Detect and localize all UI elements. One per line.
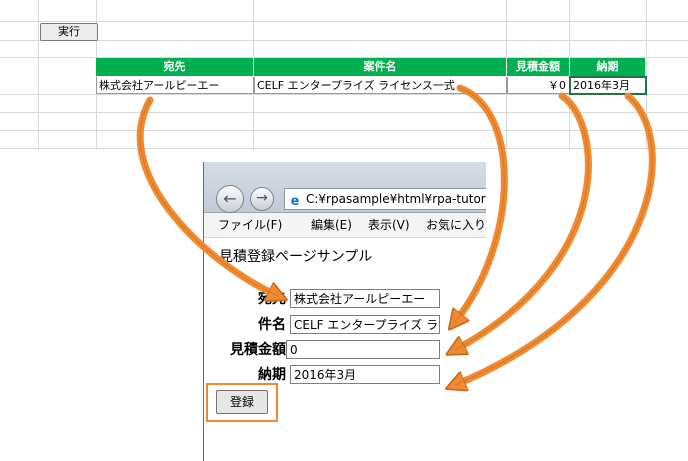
- arrow-deadline: [455, 92, 656, 385]
- arrow-project: [455, 84, 508, 322]
- flow-arrows: [136, 84, 656, 461]
- arrow-amount: [455, 92, 592, 350]
